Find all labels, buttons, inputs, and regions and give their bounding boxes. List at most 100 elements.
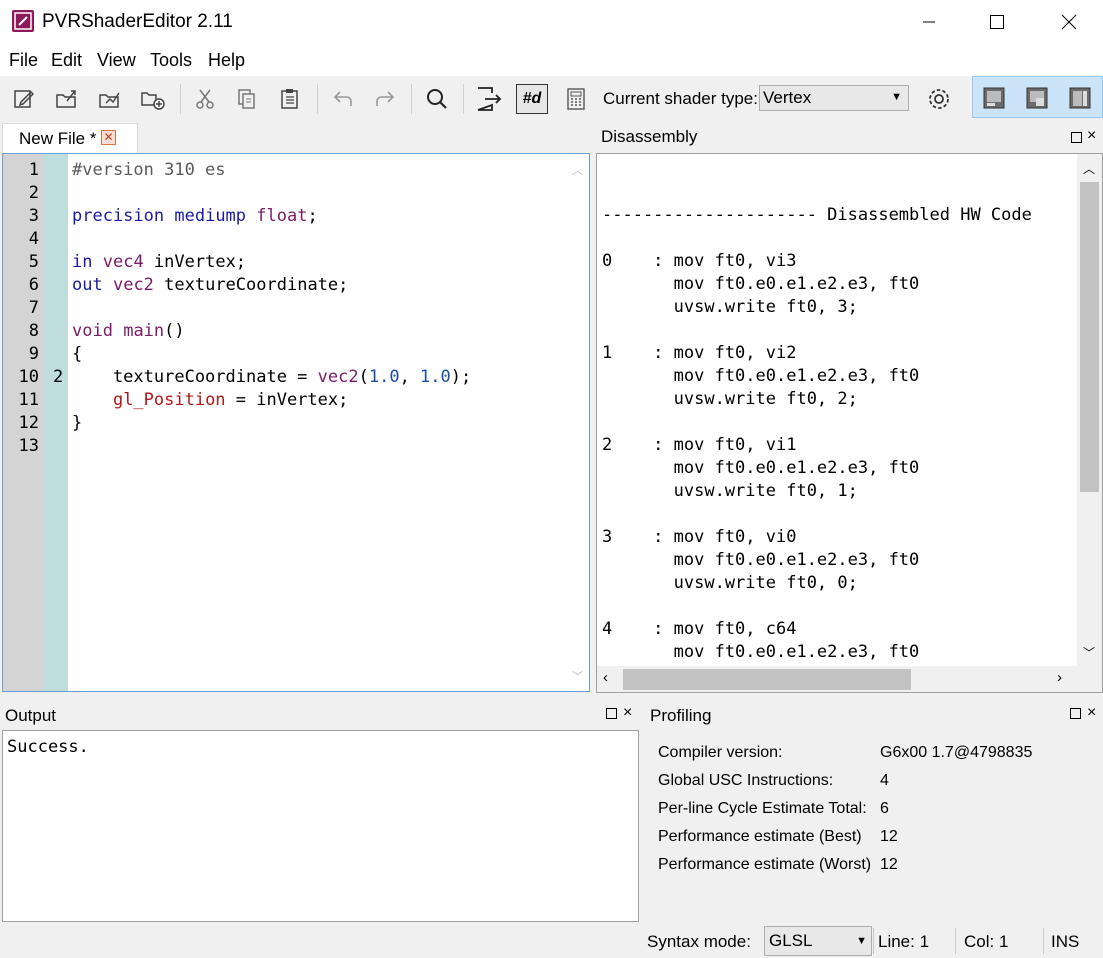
search-icon[interactable] — [421, 84, 453, 114]
close-panel-icon[interactable]: × — [1087, 704, 1096, 722]
profiling-value: 4 — [880, 772, 889, 789]
toolbar-divider — [463, 84, 464, 114]
title-bar: PVRShaderEditor 2.11 — [0, 0, 1103, 44]
tab-new-file[interactable]: New File * ✕ — [2, 123, 138, 153]
profiling-panel: Compiler version: G6x00 1.7@4798835 Glob… — [645, 730, 1103, 922]
menu-tools[interactable]: Tools — [150, 50, 192, 71]
toolbar-divider — [317, 84, 318, 114]
shader-type-label: Current shader type: — [603, 89, 758, 108]
calculator-icon[interactable] — [560, 84, 592, 114]
status-divider — [873, 928, 874, 954]
app-logo-icon — [12, 10, 34, 32]
chevron-down-icon[interactable]: ﹀ — [1083, 644, 1095, 661]
status-divider — [955, 928, 956, 954]
minimize-button[interactable] — [906, 0, 952, 44]
menu-help[interactable]: Help — [208, 50, 245, 71]
chevron-down-icon[interactable]: ﹀ — [572, 668, 583, 684]
disassembly-line: uvsw.write ft0, 0; — [602, 573, 858, 593]
close-button[interactable] — [1046, 0, 1092, 44]
cycle-marker: 2 — [53, 367, 64, 387]
disassembly-view[interactable]: --------------------- Disassembled HW Co… — [596, 153, 1103, 693]
layout-right-icon[interactable] — [1065, 84, 1095, 112]
layout-left-icon[interactable] — [979, 84, 1009, 112]
shader-type-value: Vertex — [763, 88, 812, 107]
cut-icon[interactable] — [189, 84, 221, 114]
scrollbar-thumb[interactable] — [623, 669, 911, 690]
add-file-icon[interactable] — [137, 84, 169, 114]
chevron-left-icon[interactable]: ‹ — [603, 669, 608, 686]
editor-scrollbar[interactable]: ︿ ﹀ — [567, 154, 589, 691]
float-panel-icon[interactable] — [1071, 132, 1082, 143]
menu-edit[interactable]: Edit — [51, 50, 82, 71]
close-tab-icon[interactable]: ✕ — [101, 130, 116, 145]
code-line: in vec4 inVertex; — [72, 252, 247, 272]
scrollbar-thumb[interactable] — [1080, 182, 1099, 492]
cycle-estimate-gutter — [43, 154, 68, 691]
define-icon[interactable]: #d — [516, 84, 548, 114]
profiling-label: Performance estimate (Best) — [658, 828, 862, 845]
code-editor[interactable]: 1 2 3 4 5 6 7 8 9 10 11 12 13 2 #version… — [2, 153, 590, 692]
open-file-icon[interactable] — [51, 84, 83, 114]
profiling-label: Compiler version: — [658, 744, 783, 761]
new-file-icon[interactable] — [8, 84, 40, 114]
window-title: PVRShaderEditor 2.11 — [42, 11, 233, 32]
chevron-up-icon[interactable]: ︿ — [572, 162, 583, 178]
undo-icon[interactable] — [327, 84, 359, 114]
disassembly-line: mov ft0.e0.e1.e2.e3, ft0 — [602, 274, 920, 294]
chevron-right-icon[interactable]: › — [1057, 669, 1062, 686]
disassembly-line: 2 : mov ft0, vi1 — [602, 435, 797, 455]
line-number: 12 — [18, 413, 39, 433]
profiling-label: Global USC Instructions: — [658, 772, 834, 789]
close-panel-icon[interactable]: × — [1087, 127, 1096, 145]
disassembly-header: --------------------- Disassembled HW Co… — [602, 205, 1032, 225]
disassembly-line: uvsw.write ft0, 2; — [602, 389, 858, 409]
status-divider — [1043, 928, 1044, 954]
line-number: 1 — [28, 160, 39, 180]
float-panel-icon[interactable] — [1070, 708, 1081, 719]
disassembly-line: mov ft0.e0.e1.e2.e3, ft0 — [602, 550, 920, 570]
disassembly-line: uvsw.write ft0, 3; — [602, 297, 858, 317]
line-number: 9 — [28, 344, 39, 364]
code-line: textureCoordinate = vec2(1.0, 1.0); — [72, 367, 472, 387]
line-number: 6 — [28, 275, 39, 295]
close-panel-icon[interactable]: × — [623, 704, 632, 722]
layout-split-icon[interactable] — [1022, 84, 1052, 112]
line-number: 8 — [28, 321, 39, 341]
output-console[interactable]: Success. — [2, 730, 639, 922]
code-line: out vec2 textureCoordinate; — [72, 275, 349, 295]
profiling-value: G6x00 1.7@4798835 — [880, 744, 1033, 761]
line-number: 7 — [28, 298, 39, 318]
code-line: #version 310 es — [72, 160, 226, 180]
disassembly-line: mov ft0.e0.e1.e2.e3, ft0 — [602, 366, 920, 386]
code-line: void main() — [72, 321, 185, 341]
shader-type-select[interactable]: Vertex ▼ — [759, 85, 909, 111]
line-number: 4 — [28, 229, 39, 249]
tab-label: New File * — [19, 129, 97, 148]
copy-icon[interactable] — [231, 84, 263, 114]
column-indicator: Col: 1 — [964, 932, 1009, 951]
line-number: 5 — [28, 252, 39, 272]
redo-icon[interactable] — [369, 84, 401, 114]
menu-file[interactable]: File — [9, 50, 38, 71]
menu-view[interactable]: View — [97, 50, 136, 71]
disassembly-line: 0 : mov ft0, vi3 — [602, 251, 797, 271]
gear-icon[interactable] — [923, 84, 955, 114]
toolbar-divider — [180, 84, 181, 114]
line-number: 11 — [18, 390, 39, 410]
maximize-button[interactable] — [974, 0, 1020, 44]
open-folder-icon[interactable] — [94, 84, 126, 114]
profiling-panel-header: Profiling × — [645, 700, 1103, 728]
export-icon[interactable] — [473, 84, 505, 114]
paste-icon[interactable] — [274, 84, 306, 114]
float-panel-icon[interactable] — [606, 708, 617, 719]
panel-title: Disassembly — [601, 127, 698, 146]
line-number: 10 — [18, 367, 39, 387]
profiling-value: 12 — [880, 856, 898, 873]
code-line: } — [72, 413, 83, 433]
syntax-mode-select[interactable]: GLSL ▼ — [764, 926, 872, 956]
code-line: gl_Position = inVertex; — [112, 390, 349, 410]
line-number: 13 — [18, 436, 39, 456]
status-bar: Syntax mode: GLSL ▼ Line: 1 Col: 1 INS — [0, 922, 1103, 958]
disassembly-line: 1 : mov ft0, vi2 — [602, 343, 797, 363]
chevron-up-icon[interactable]: ︿ — [1083, 160, 1095, 177]
